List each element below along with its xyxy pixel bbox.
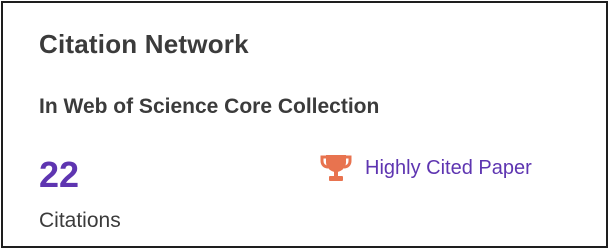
citation-network-card: Citation Network In Web of Science Core … <box>1 1 608 248</box>
highly-cited-badge[interactable]: Highly Cited Paper <box>319 153 532 183</box>
highly-cited-paper-link[interactable]: Highly Cited Paper <box>365 157 532 180</box>
collection-subtitle: In Web of Science Core Collection <box>39 95 380 118</box>
citation-count-label: Citations <box>39 209 121 232</box>
citation-count[interactable]: 22 <box>39 157 79 193</box>
trophy-icon <box>319 153 353 183</box>
card-title: Citation Network <box>39 29 249 59</box>
